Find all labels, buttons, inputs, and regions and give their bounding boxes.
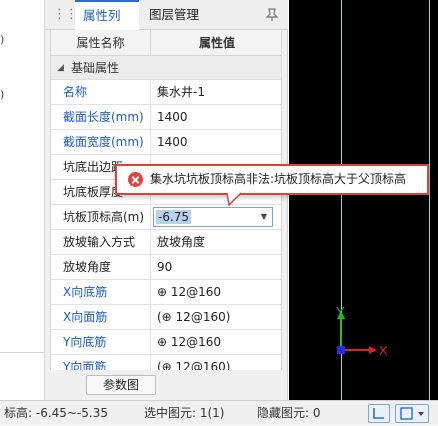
property-row[interactable]: 放坡输入方式 放坡角度 (51, 230, 281, 255)
property-name: 放坡输入方式 (51, 230, 151, 254)
property-name: 截面长度(mm) (51, 105, 151, 129)
property-name: Y向面筋 (51, 355, 151, 370)
property-row[interactable]: 截面长度(mm) 1400 (51, 105, 281, 130)
status-selected: 选中图元: 1(1) (144, 406, 225, 420)
property-row[interactable]: X向底筋 ⊕ 12@160 (51, 280, 281, 305)
property-value[interactable]: 放坡角度 (151, 230, 281, 254)
grid-line (429, 0, 430, 400)
property-name: X向底筋 (51, 280, 151, 304)
status-bar: 标高: -6.45~-5.35 选中图元: 1(1) 隐藏图元: 0 (0, 400, 438, 425)
property-row[interactable]: Y向底筋 ⊕ 12@160 (51, 330, 281, 355)
property-row[interactable]: 截面宽度(mm) 1400 (51, 130, 281, 155)
error-icon (128, 172, 143, 187)
snap-toggle-button[interactable] (368, 404, 390, 423)
dropdown-arrow-icon[interactable]: ▼ (261, 210, 267, 224)
properties-panel: ⋮⋮ 属性列表 图层管理 属性名称 属性值 ◢ 基础属性 名称 集水井-1 截面… (45, 0, 288, 400)
elevation-combo-box[interactable]: -6.75 ▼ (153, 207, 273, 227)
tab-layer-management[interactable]: 图层管理 (141, 0, 207, 30)
left-edge-mark: ) (0, 33, 5, 46)
left-panel-edge: ) ) (0, 0, 45, 400)
drawing-viewport[interactable]: Y X (289, 0, 438, 400)
property-value[interactable]: (⊕ 12@160) (151, 305, 281, 329)
column-header-value: 属性值 (151, 30, 281, 56)
property-value[interactable]: 1400 (151, 130, 281, 154)
collapse-caret-icon[interactable]: ◢ (57, 56, 64, 80)
property-value[interactable]: 集水井-1 (151, 80, 281, 104)
coordinate-axis-icon: Y X (336, 305, 387, 358)
panel-tab-bar: ⋮⋮ 属性列表 图层管理 (45, 0, 288, 50)
property-name: Y向底筋 (51, 330, 151, 354)
property-value[interactable]: (⊕ 12@160) (151, 355, 281, 370)
axis-x-label: X (379, 343, 387, 358)
left-edge-divider (0, 352, 45, 353)
validation-error-tooltip: 集水坑坑板顶标高非法:坑板顶标高大于父顶标高 (115, 164, 429, 207)
property-group-label: 基础属性 (71, 61, 120, 75)
property-row[interactable]: Y向面筋 (⊕ 12@160) (51, 355, 281, 370)
parameter-diagram-button[interactable]: 参数图 (86, 375, 156, 395)
tab-property-list[interactable]: 属性列表 (75, 0, 139, 50)
property-row[interactable]: 放坡角度 90 (51, 255, 281, 280)
corner-snap-icon (373, 408, 384, 419)
pin-icon[interactable] (265, 8, 279, 22)
property-name: 截面宽度(mm) (51, 130, 151, 154)
status-hidden: 隐藏图元: 0 (257, 406, 321, 420)
error-message: 集水坑坑板顶标高非法:坑板顶标高大于父顶标高 (150, 172, 407, 186)
property-group-basic[interactable]: ◢ 基础属性 (51, 56, 281, 80)
tooltip-pointer (226, 192, 242, 207)
select-box-icon (400, 407, 424, 420)
property-name: 放坡角度 (51, 255, 151, 279)
property-name: 名称 (51, 80, 151, 104)
property-value[interactable]: ⊕ 12@160 (151, 330, 281, 354)
column-header-name: 属性名称 (51, 30, 151, 56)
elevation-input-value[interactable]: -6.75 (156, 210, 192, 224)
property-grid: 属性名称 属性值 ◢ 基础属性 名称 集水井-1 截面长度(mm) 1400 截… (50, 30, 282, 370)
status-elevation: 标高: -6.45~-5.35 (4, 406, 109, 420)
drag-grip-icon[interactable]: ⋮⋮ (53, 8, 78, 22)
property-value[interactable]: 1400 (151, 105, 281, 129)
property-row[interactable]: 名称 集水井-1 (51, 80, 281, 105)
property-row[interactable]: X向面筋 (⊕ 12@160) (51, 305, 281, 330)
select-mode-dropdown[interactable] (395, 404, 429, 423)
property-name: X向面筋 (51, 305, 151, 329)
property-value[interactable]: ⊕ 12@160 (151, 280, 281, 304)
property-value[interactable]: 90 (151, 255, 281, 279)
left-edge-mark: ) (0, 88, 5, 101)
property-name: 坑板顶标高(m) (51, 205, 151, 229)
axis-y-label: Y (336, 305, 345, 319)
property-row-editing[interactable]: 坑板顶标高(m) -6.75 ▼ (51, 205, 281, 230)
